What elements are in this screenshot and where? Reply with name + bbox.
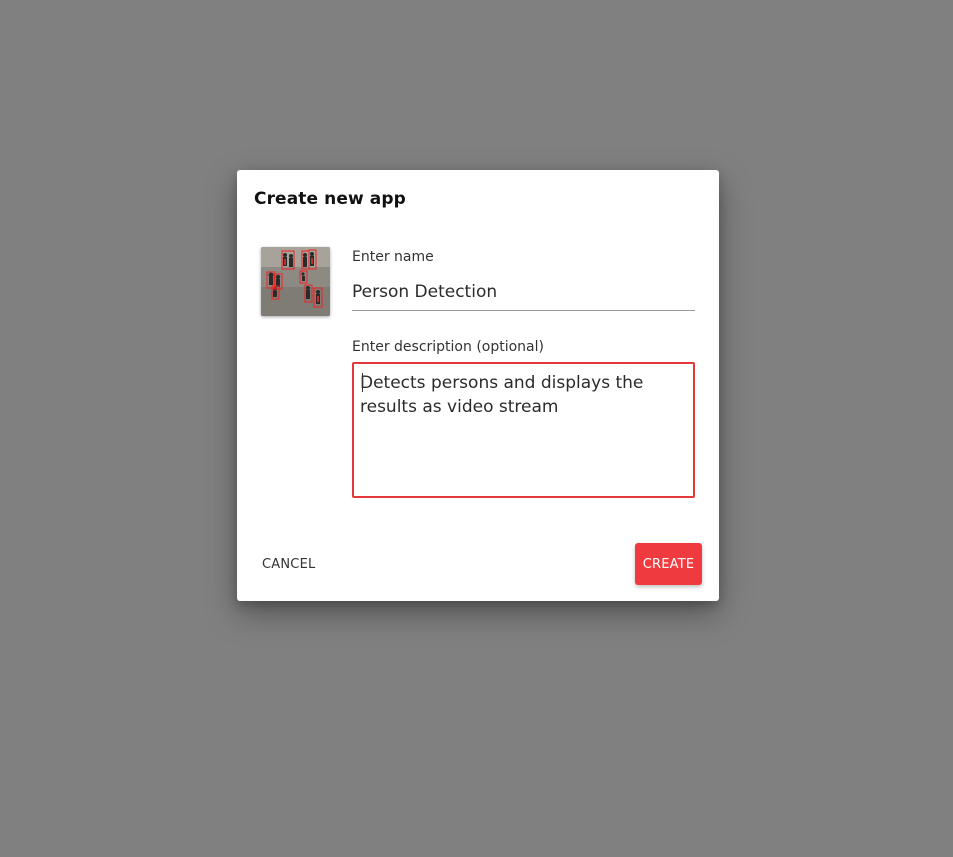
text-caret — [362, 373, 363, 392]
cancel-button[interactable]: CANCEL — [254, 543, 323, 585]
person-detection-thumbnail-icon — [261, 247, 330, 316]
app-name-input[interactable] — [352, 279, 695, 311]
dialog-title: Create new app — [254, 189, 406, 209]
create-app-dialog: Create new app Enter name Person Detecti… — [237, 170, 719, 601]
create-button[interactable]: CREATE — [635, 543, 702, 585]
app-thumbnail — [261, 247, 330, 316]
name-label: Enter name — [352, 249, 434, 265]
description-label: Enter description (optional) — [352, 339, 544, 355]
app-description-textarea[interactable]: Detects persons and displays the results… — [352, 362, 695, 498]
